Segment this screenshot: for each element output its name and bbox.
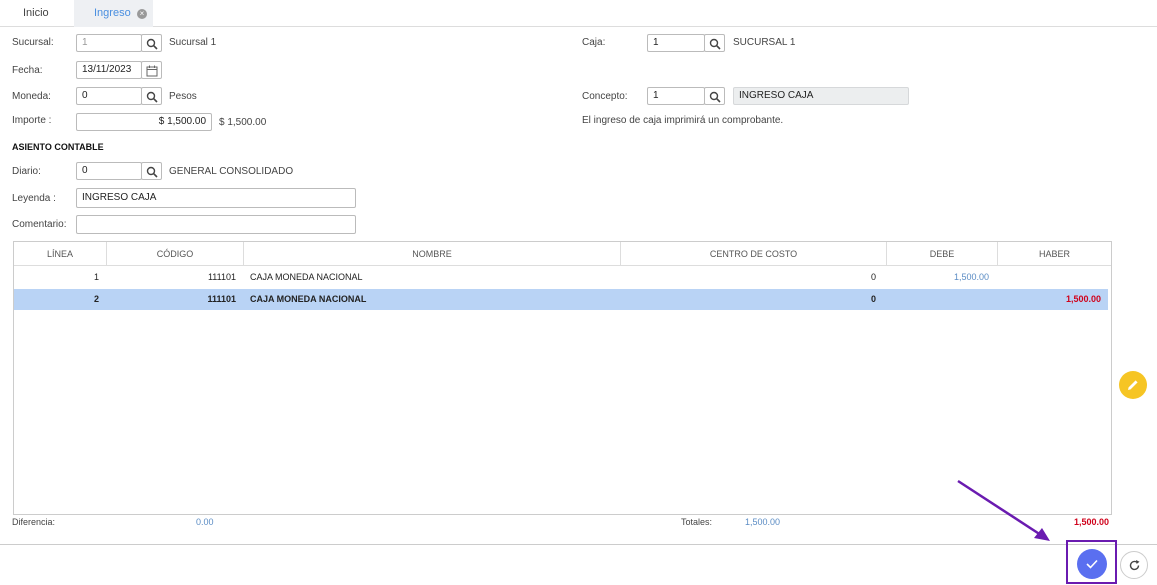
cell-haber: 1,500.00 [1065,294,1101,304]
diario-desc: GENERAL CONSOLIDADO [169,166,294,177]
cell-debe [887,289,989,310]
cell-debe: 1,500.00 [953,272,989,282]
sucursal-input[interactable]: 1 [76,34,142,52]
edit-button[interactable] [1119,371,1147,399]
totales-label: Totales: [681,517,713,527]
search-icon [709,91,721,103]
tab-bar: Inicio Ingreso × [0,0,1157,27]
calendar-icon [146,65,158,77]
col-debe[interactable]: DEBE [887,242,998,266]
col-haber[interactable]: HABER [998,242,1111,266]
moneda-search-button[interactable] [141,87,162,105]
importe-input[interactable]: $ 1,500.00 [76,113,212,131]
search-icon [146,166,158,178]
caja-input[interactable]: 1 [647,34,705,52]
tab-ingreso-label: Ingreso [94,7,131,19]
importe-desc: $ 1,500.00 [219,117,267,128]
leyenda-input[interactable]: INGRESO CAJA [76,188,356,208]
caja-desc: SUCURSAL 1 [733,37,796,48]
cell-centro: 0 [870,272,876,282]
col-codigo[interactable]: CÓDIGO [107,242,244,266]
diferencia-value: 0.00 [196,517,214,527]
col-centro-costo[interactable]: CENTRO DE COSTO [621,242,887,266]
tab-inicio[interactable]: Inicio [23,0,49,27]
fecha-calendar-button[interactable] [141,61,162,79]
cell-haber [998,267,1101,288]
concepto-label: Concepto: [582,91,628,102]
cell-codigo: 111101 [207,294,236,304]
check-icon [1086,559,1098,569]
sucursal-label: Sucursal: [12,37,54,48]
refresh-icon [1129,560,1140,571]
asiento-table: LÍNEA CÓDIGO NOMBRE CENTRO DE COSTO DEBE… [13,241,1112,515]
pencil-icon [1128,380,1138,390]
caja-search-button[interactable] [704,34,725,52]
diferencia-label: Diferencia: [12,517,56,527]
tab-ingreso[interactable]: Ingreso × [74,0,153,27]
caja-label: Caja: [582,37,606,48]
cell-linea: 1 [93,272,99,282]
search-icon [146,91,158,103]
col-linea[interactable]: LÍNEA [14,242,107,266]
cell-linea: 2 [93,294,99,304]
concepto-desc-field: INGRESO CAJA [733,87,909,105]
diario-label: Diario: [12,166,41,177]
diario-search-button[interactable] [141,162,162,180]
search-icon [146,38,158,50]
moneda-input[interactable]: 0 [76,87,142,105]
search-icon [709,38,721,50]
fecha-label: Fecha: [12,65,43,76]
refresh-button[interactable] [1120,551,1148,579]
table-header: LÍNEA CÓDIGO NOMBRE CENTRO DE COSTO DEBE… [14,242,1111,266]
comentario-label: Comentario: [12,219,67,230]
table-row-selected[interactable]: 2 111101 CAJA MONEDA NACIONAL 0 1,500.00 [14,289,1108,310]
annotation-arrow [957,479,1050,541]
table-row[interactable]: 1 111101 CAJA MONEDA NACIONAL 0 1,500.00 [14,267,1108,288]
comentario-input[interactable] [76,215,356,234]
concepto-search-button[interactable] [704,87,725,105]
moneda-desc: Pesos [169,91,197,102]
cell-nombre: CAJA MONEDA NACIONAL [250,294,367,304]
cell-nombre: CAJA MONEDA NACIONAL [250,272,363,282]
section-title: ASIENTO CONTABLE [12,142,104,152]
confirm-button[interactable] [1077,549,1107,579]
fecha-input[interactable]: 13/11/2023 [76,61,142,79]
sucursal-desc: Sucursal 1 [169,37,217,48]
leyenda-label: Leyenda : [12,193,56,204]
col-nombre[interactable]: NOMBRE [244,242,621,266]
close-icon[interactable]: × [137,9,147,19]
cell-centro: 0 [870,294,876,304]
moneda-label: Moneda: [12,91,51,102]
diario-input[interactable]: 0 [76,162,142,180]
importe-label: Importe : [12,115,52,126]
info-message: El ingreso de caja imprimirá un comproba… [582,115,784,126]
total-haber: 1,500.00 [1074,517,1110,527]
cell-codigo: 111101 [207,272,236,282]
sucursal-search-button[interactable] [141,34,162,52]
total-debe: 1,500.00 [745,517,781,527]
concepto-input[interactable]: 1 [647,87,705,105]
